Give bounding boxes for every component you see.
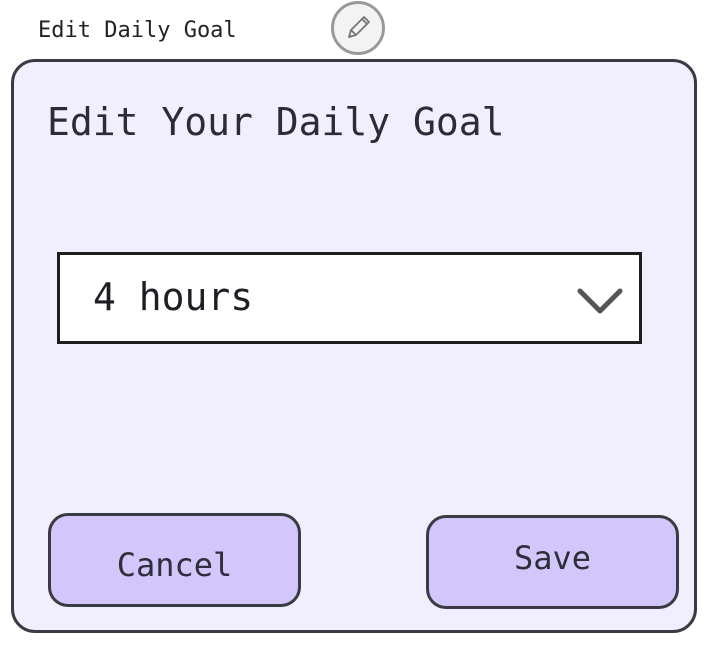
save-button[interactable]: Save	[426, 515, 679, 609]
pencil-icon	[348, 16, 370, 38]
dialog-title: Edit Your Daily Goal	[47, 100, 505, 144]
edit-button[interactable]	[331, 1, 385, 55]
selected-goal-value: 4 hours	[93, 275, 254, 319]
edit-goal-dialog: Edit Your Daily Goal 4 hours Cancel Save	[11, 59, 697, 633]
daily-goal-select[interactable]: 4 hours	[57, 252, 642, 344]
cancel-button[interactable]: Cancel	[48, 513, 301, 607]
chevron-down-icon	[577, 288, 623, 314]
page-caption: Edit Daily Goal	[38, 18, 237, 43]
